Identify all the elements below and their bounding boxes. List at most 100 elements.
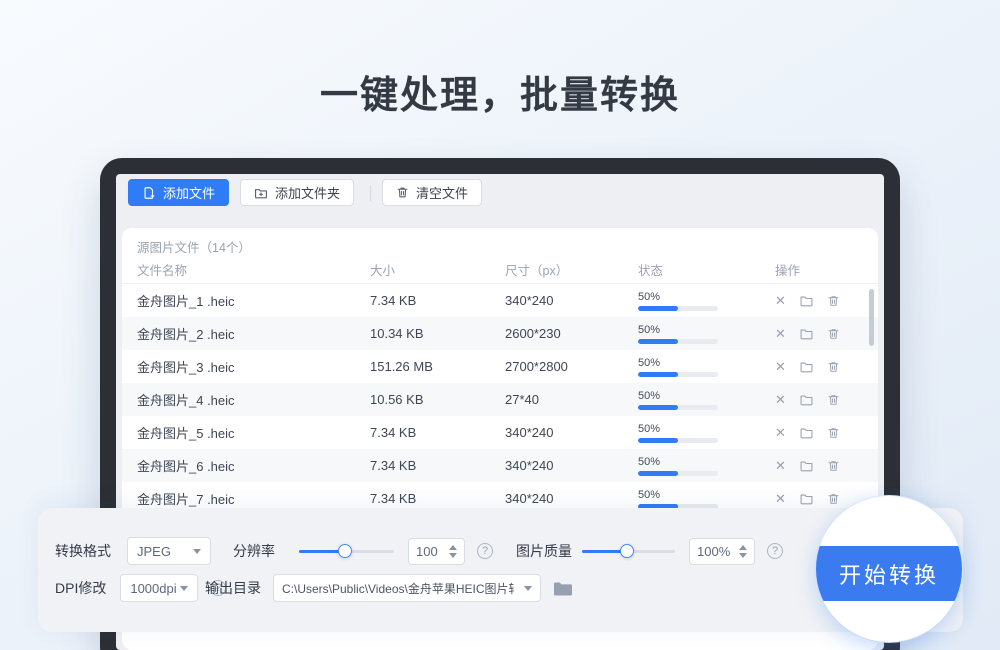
col-file-name: 文件名称 (137, 260, 370, 279)
file-name: 金舟图片_7 .heic (137, 489, 370, 508)
file-size: 151.26 MB (370, 359, 505, 374)
file-dimensions: 340*240 (505, 425, 638, 440)
quality-label: 图片质量 (516, 541, 572, 561)
start-convert-label: 开始转换 (816, 546, 962, 601)
progress-fill (638, 339, 678, 344)
file-name: 金舟图片_4 .heic (137, 390, 370, 409)
format-value: JPEG (137, 544, 171, 559)
file-name: 金舟图片_5 .heic (137, 423, 370, 442)
add-file-label: 添加文件 (163, 183, 215, 202)
delete-icon[interactable] (827, 294, 840, 308)
open-folder-icon[interactable] (799, 426, 814, 440)
stepper-arrows-icon[interactable] (739, 545, 747, 558)
open-folder-icon[interactable] (799, 393, 814, 407)
progress-bar (638, 306, 718, 311)
add-file-button[interactable]: 添加文件 (128, 179, 229, 206)
browse-folder-icon[interactable] (553, 580, 573, 597)
open-folder-icon[interactable] (799, 360, 814, 374)
file-dimensions: 2700*2800 (505, 359, 638, 374)
file-status: 50% (638, 489, 718, 509)
cancel-icon[interactable]: ✕ (775, 360, 786, 373)
progress-fill (638, 306, 678, 311)
delete-icon[interactable] (827, 393, 840, 407)
file-status: 50% (638, 324, 718, 344)
delete-icon[interactable] (827, 426, 840, 440)
file-dimensions: 27*40 (505, 392, 638, 407)
quality-group: 图片质量 100% ? (516, 537, 783, 565)
cancel-icon[interactable]: ✕ (775, 459, 786, 472)
cancel-icon[interactable]: ✕ (775, 426, 786, 439)
resolution-slider[interactable] (299, 537, 394, 565)
file-status: 50% (638, 357, 718, 377)
open-folder-icon[interactable] (799, 492, 814, 506)
source-files-count: 源图片文件（14个） (122, 228, 878, 256)
file-dimensions: 340*240 (505, 293, 638, 308)
file-size: 10.56 KB (370, 392, 505, 407)
col-status: 状态 (638, 260, 775, 279)
resolution-value: 100 (416, 544, 438, 559)
add-folder-button[interactable]: 添加文件夹 (240, 179, 354, 206)
file-table-body: 金舟图片_1 .heic 7.34 KB 340*240 50% ✕ 金舟图片_… (122, 284, 878, 515)
quality-slider-thumb[interactable] (620, 544, 634, 558)
delete-icon[interactable] (827, 327, 840, 341)
quality-help-icon[interactable]: ? (767, 543, 783, 559)
clear-files-label: 清空文件 (416, 183, 468, 202)
quality-stepper[interactable]: 100% (689, 538, 755, 565)
progress-bar (638, 339, 718, 344)
dpi-group: DPI修改 1000dpi ? (55, 574, 226, 602)
clear-files-button[interactable]: 清空文件 (382, 179, 482, 206)
table-row: 金舟图片_3 .heic 151.26 MB 2700*2800 50% ✕ (122, 350, 878, 383)
col-actions: 操作 (775, 260, 878, 279)
file-status: 50% (638, 390, 718, 410)
file-plus-icon (142, 186, 156, 200)
file-size: 7.34 KB (370, 425, 505, 440)
file-size: 7.34 KB (370, 491, 505, 506)
format-group: 转换格式 JPEG (55, 537, 211, 565)
resolution-slider-thumb[interactable] (338, 544, 352, 558)
open-folder-icon[interactable] (799, 327, 814, 341)
format-select[interactable]: JPEG (127, 537, 211, 565)
chevron-down-icon (180, 586, 188, 591)
quality-value: 100% (697, 544, 730, 559)
file-dimensions: 340*240 (505, 491, 638, 506)
file-status: 50% (638, 291, 718, 311)
page-title: 一键处理，批量转换 (0, 64, 1000, 119)
dpi-select[interactable]: 1000dpi (120, 574, 198, 602)
cancel-icon[interactable]: ✕ (775, 327, 786, 340)
table-row: 金舟图片_1 .heic 7.34 KB 340*240 50% ✕ (122, 284, 878, 317)
progress-label: 50% (638, 324, 718, 336)
delete-icon[interactable] (827, 492, 840, 506)
cancel-icon[interactable]: ✕ (775, 294, 786, 307)
scrollbar-thumb[interactable] (869, 289, 874, 346)
resolution-group: 分辨率 100 ? (233, 537, 493, 565)
dpi-label: DPI修改 (55, 578, 106, 598)
stepper-arrows-icon[interactable] (449, 545, 457, 558)
cancel-icon[interactable]: ✕ (775, 492, 786, 505)
open-folder-icon[interactable] (799, 294, 814, 308)
delete-icon[interactable] (827, 459, 840, 473)
chevron-down-icon (524, 586, 532, 591)
start-convert-button[interactable]: 开始转换 (816, 496, 962, 642)
progress-label: 50% (638, 390, 718, 402)
dpi-value: 1000dpi (130, 581, 176, 596)
toolbar-divider (370, 185, 371, 201)
toolbar: 添加文件 添加文件夹 清空文件 (128, 179, 482, 206)
cancel-icon[interactable]: ✕ (775, 393, 786, 406)
resolution-stepper[interactable]: 100 (408, 538, 465, 565)
open-folder-icon[interactable] (799, 459, 814, 473)
add-folder-label: 添加文件夹 (275, 183, 340, 202)
progress-label: 50% (638, 456, 718, 468)
progress-label: 50% (638, 489, 718, 501)
file-dimensions: 2600*230 (505, 326, 638, 341)
delete-icon[interactable] (827, 360, 840, 374)
table-row: 金舟图片_2 .heic 10.34 KB 2600*230 50% ✕ (122, 317, 878, 350)
output-path-value: C:\Users\Public\Videos\金舟苹果HEIC图片转换... (282, 580, 514, 597)
file-status: 50% (638, 423, 718, 443)
progress-label: 50% (638, 291, 718, 303)
output-label: 输出目录 (205, 578, 261, 598)
output-path-select[interactable]: C:\Users\Public\Videos\金舟苹果HEIC图片转换... (273, 574, 541, 602)
col-dimensions: 尺寸（px） (505, 260, 638, 279)
resolution-help-icon[interactable]: ? (477, 543, 493, 559)
quality-slider[interactable] (582, 537, 675, 565)
progress-bar (638, 438, 718, 443)
